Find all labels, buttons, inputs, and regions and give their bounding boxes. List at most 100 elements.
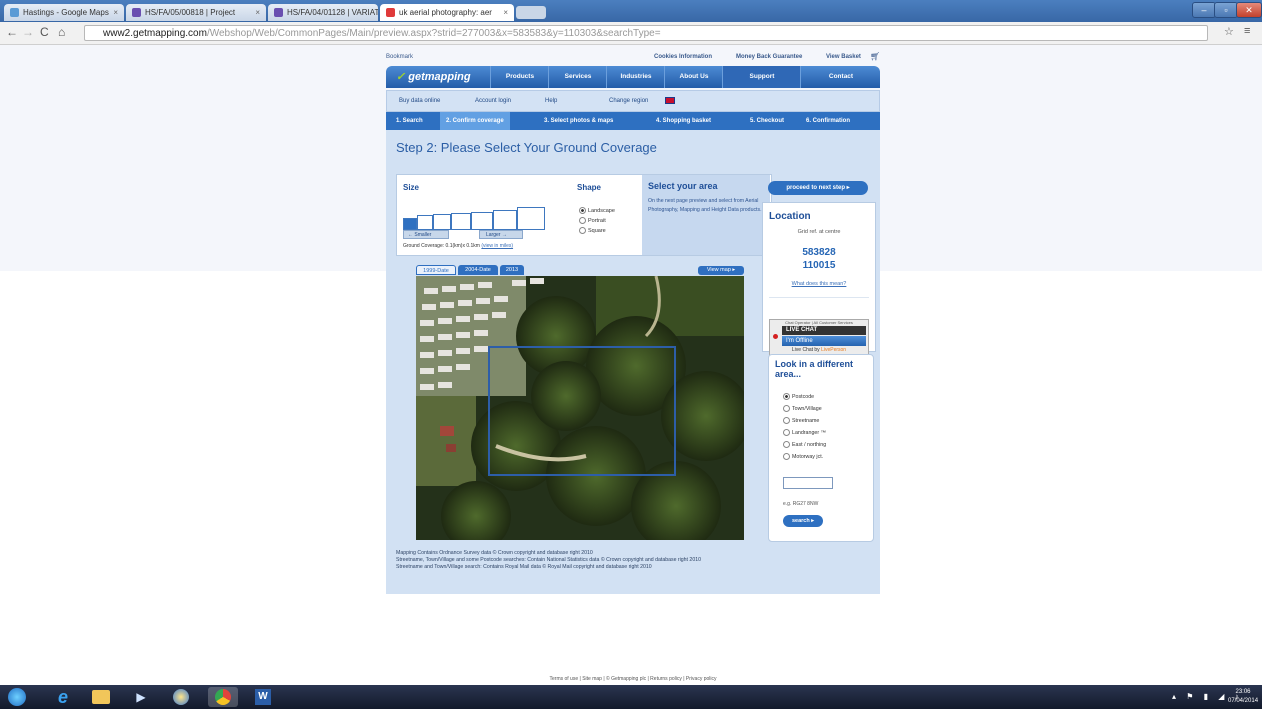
radio-icon [783, 441, 790, 448]
aerial-photo-map[interactable] [416, 276, 744, 540]
logo-tick-icon: ✓ [396, 71, 406, 83]
size-option-2[interactable] [417, 215, 433, 230]
shape-landscape-radio[interactable]: Landscape [579, 207, 615, 214]
address-bar[interactable]: www2.getmapping.com/Webshop/Web/CommonPa… [84, 25, 1208, 41]
close-tab-icon[interactable]: × [251, 8, 260, 17]
money-back-link[interactable]: Money Back Guarantee [736, 54, 802, 60]
town-village-radio[interactable]: Town/Village [783, 405, 822, 412]
home-icon[interactable]: ⌂ [58, 25, 65, 39]
bookmark-link[interactable]: Bookmark [386, 54, 413, 60]
nav-products[interactable]: Products [490, 66, 549, 88]
help-link[interactable]: Help [545, 91, 557, 111]
radio-label: Landranger ™ [792, 429, 826, 436]
tab-1999-date[interactable]: 1999-Date [416, 265, 456, 275]
radio-icon [783, 405, 790, 412]
larger-button[interactable]: Larger → [479, 230, 523, 239]
shape-square-radio[interactable]: Square [579, 227, 606, 234]
close-tab-icon[interactable]: × [499, 8, 508, 17]
maximize-button[interactable]: ▫ [1214, 2, 1238, 18]
location-heading: Location [769, 211, 811, 222]
tab-2004-date[interactable]: 2004-Date [458, 265, 498, 275]
taskbar-explorer[interactable] [86, 687, 116, 707]
view-map-button[interactable]: View map ▸ [698, 266, 744, 275]
step-search[interactable]: 1. Search [396, 112, 423, 130]
taskbar-clock[interactable]: 23:06 07/04/2014 [1228, 688, 1258, 706]
media-player-icon: ▶ [136, 690, 146, 704]
chat-provider-brand[interactable]: LivePerson [821, 347, 846, 353]
shape-portrait-radio[interactable]: Portrait [579, 217, 606, 224]
nav-contact[interactable]: Contact [800, 66, 881, 88]
nav-industries[interactable]: Industries [606, 66, 665, 88]
start-button[interactable] [4, 687, 30, 707]
chat-provider-text: Live Chat by [791, 347, 820, 353]
browser-tab-active[interactable]: uk aerial photography: aer × [380, 4, 514, 21]
taskbar-media[interactable]: ▶ [126, 687, 156, 707]
grid-ref-label: Grid ref. at centre [797, 229, 841, 235]
site-favicon-icon [274, 8, 283, 17]
postcode-radio[interactable]: Postcode [783, 393, 814, 400]
size-option-4[interactable] [451, 213, 471, 230]
menu-icon[interactable]: ≡ [1244, 25, 1250, 37]
internet-explorer-icon: e [57, 686, 68, 707]
tab-2013[interactable]: 2013 [500, 265, 524, 275]
chrome-icon [215, 689, 231, 705]
new-tab-button[interactable] [516, 6, 546, 19]
close-tab-icon[interactable]: × [109, 8, 118, 17]
look-different-area-panel: Look in a different area... Postcode Tow… [768, 354, 874, 542]
smaller-button[interactable]: ← Smaller [403, 230, 449, 239]
view-in-miles-link[interactable]: (view in miles) [481, 243, 513, 249]
coverage-box[interactable] [488, 346, 676, 476]
url-path: /Webshop/Web/CommonPages/Main/preview.as… [206, 28, 661, 39]
footer-links[interactable]: Terms of use | Site map | © Getmapping p… [386, 676, 880, 682]
browser-tab[interactable]: HS/FA/05/00818 | Project × [126, 4, 266, 21]
size-heading: Size [403, 183, 420, 192]
motorway-jct-radio[interactable]: Motorway jct. [783, 453, 823, 460]
size-option-3[interactable] [433, 214, 451, 230]
size-option-1[interactable] [403, 218, 417, 230]
minimize-button[interactable]: – [1192, 2, 1216, 18]
buy-data-online-link[interactable]: Buy data online [399, 91, 440, 111]
nav-support[interactable]: Support [722, 66, 801, 88]
basket-icon[interactable]: 🛒︎ [870, 52, 880, 61]
streetname-radio[interactable]: Streetname [783, 417, 819, 424]
getmapping-logo[interactable]: ✓ getmapping [396, 70, 471, 83]
proceed-next-step-button[interactable]: proceed to next step ▸ [768, 181, 868, 195]
bookmark-star-icon[interactable]: ☆ [1224, 25, 1234, 38]
what-does-this-mean-link[interactable]: What does this mean? [763, 281, 875, 287]
browser-tab[interactable]: HS/FA/04/01128 | VARIAT × [268, 4, 378, 21]
forward-icon[interactable]: → [22, 25, 34, 39]
radio-label: Portrait [588, 217, 606, 224]
taskbar-app[interactable] [166, 687, 196, 707]
clock-time: 23:06 [1235, 689, 1251, 695]
search-example-text: e.g. RG27 8NW [783, 501, 819, 507]
windows-taskbar: e ▶ W ▴ ⚑ ▮ ◢ ♪ 23:06 07/04/2014 [0, 685, 1262, 709]
taskbar-word[interactable]: W [248, 687, 278, 707]
landranger-radio[interactable]: Landranger ™ [783, 429, 826, 436]
reload-icon[interactable]: C [40, 25, 49, 39]
east-northing-radio[interactable]: East / northing [783, 441, 826, 448]
chat-provider: Live Chat by LivePerson [770, 347, 868, 353]
coverage-selector: Size ← Smaller Larger → Ground Coverage:… [396, 174, 772, 256]
size-option-5[interactable] [471, 212, 493, 230]
browser-tab[interactable]: Hastings - Google Maps × [4, 4, 124, 21]
nav-services[interactable]: Services [548, 66, 607, 88]
chat-status: I'm Offline [782, 336, 866, 346]
search-button[interactable]: search ▸ [783, 515, 823, 527]
back-icon[interactable]: ← [6, 25, 18, 39]
change-region-link[interactable]: Change region [609, 91, 648, 111]
radio-label: Postcode [792, 393, 815, 400]
status-dot-icon [773, 334, 778, 339]
nav-about-us[interactable]: About Us [664, 66, 723, 88]
taskbar-ie[interactable]: e [48, 687, 78, 707]
live-chat-widget[interactable]: Chat Operator | All Customer Services LI… [769, 319, 869, 357]
location-search-input[interactable] [783, 477, 833, 489]
maps-favicon-icon [10, 8, 19, 17]
taskbar-chrome[interactable] [208, 687, 238, 707]
select-area-text: On the next page preview and select from… [648, 198, 762, 213]
cookies-link[interactable]: Cookies Information [654, 54, 712, 60]
size-option-7[interactable] [517, 207, 545, 230]
size-option-6[interactable] [493, 210, 517, 230]
account-login-link[interactable]: Account login [475, 91, 511, 111]
view-basket-link[interactable]: View Basket [826, 54, 861, 60]
close-window-button[interactable]: ✕ [1236, 2, 1262, 18]
